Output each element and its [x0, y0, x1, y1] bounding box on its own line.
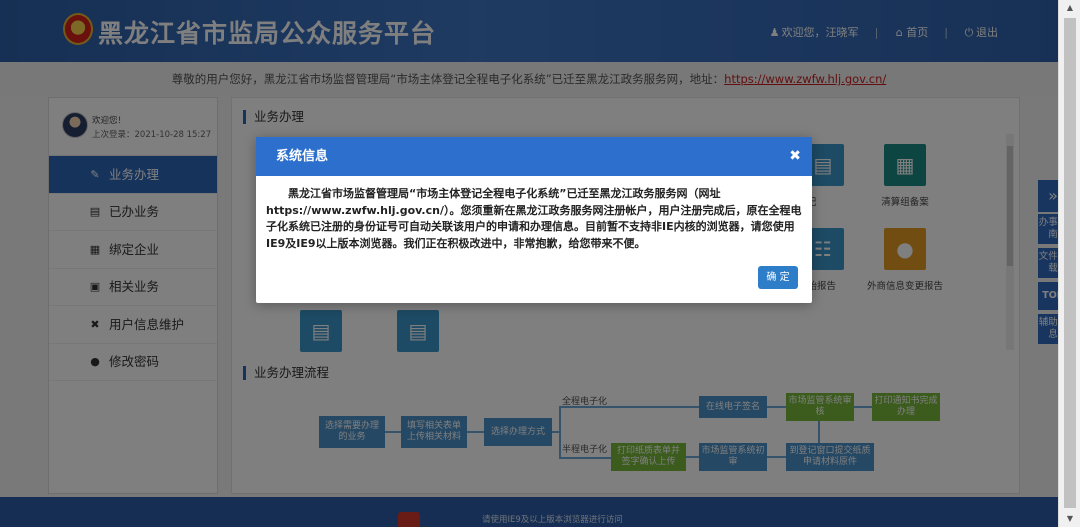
- page-scrollbar[interactable]: ▲ ▼: [1058, 0, 1080, 527]
- close-icon[interactable]: ✖: [789, 137, 801, 176]
- scroll-down-arrow-icon[interactable]: ▼: [1059, 511, 1080, 527]
- dialog-message: 黑龙江省市场监督管理局“市场主体登记全程电子化系统”已迁至黑龙江政务服务网（网址…: [266, 187, 802, 250]
- page-scroll-thumb[interactable]: [1064, 18, 1076, 508]
- scroll-up-arrow-icon[interactable]: ▲: [1059, 0, 1080, 16]
- system-info-dialog: 系统信息 ✖ 黑龙江省市场监督管理局“市场主体登记全程电子化系统”已迁至黑龙江政…: [256, 137, 812, 303]
- confirm-button[interactable]: 确 定: [758, 266, 798, 289]
- page: 黑龙江省市监局公众服务平台 ♟欢迎您，汪晓军 | ⌂首页 | ⏻退出 尊敬的用户…: [0, 0, 1080, 527]
- dialog-title: 系统信息: [276, 149, 329, 164]
- dialog-header: 系统信息 ✖: [256, 137, 812, 176]
